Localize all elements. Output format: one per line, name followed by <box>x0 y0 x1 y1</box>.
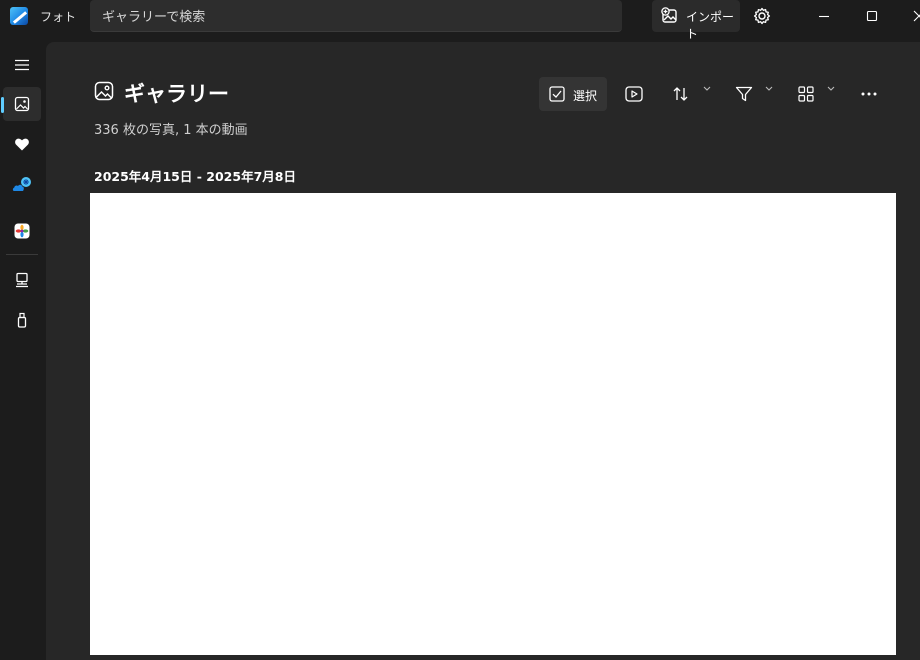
search-input[interactable] <box>100 6 604 28</box>
select-button[interactable]: 選択 <box>539 77 607 111</box>
close-button[interactable] <box>905 4 920 28</box>
sort-arrows-icon <box>673 87 688 101</box>
maximize-icon <box>866 10 878 22</box>
import-label: インポート <box>686 10 735 41</box>
photo-grid[interactable] <box>90 193 896 655</box>
main-panel: ギャラリー 336 枚の写真, 1 本の動画 2025年4月15日 - 2025… <box>46 42 920 660</box>
slideshow-button[interactable] <box>616 77 652 111</box>
chevron-down-icon <box>703 86 711 91</box>
view-options-button[interactable] <box>788 77 840 111</box>
more-ellipsis-icon <box>861 92 877 96</box>
date-range-heading: 2025年4月15日 - 2025年7月8日 <box>94 169 296 184</box>
nav-favorites[interactable] <box>3 127 41 161</box>
item-count: 336 枚の写真, 1 本の動画 <box>94 123 248 138</box>
nav-icloud[interactable] <box>3 214 41 248</box>
nav-onedrive[interactable] <box>3 170 41 204</box>
gear-icon <box>753 7 771 25</box>
image-add-icon <box>661 7 677 23</box>
usb-drive-icon <box>17 312 27 328</box>
sort-button[interactable] <box>662 77 716 111</box>
minimize-button[interactable] <box>810 4 838 28</box>
nav-this-pc[interactable] <box>3 263 41 297</box>
onedrive-cloud-icon <box>12 177 31 191</box>
checkbox-icon <box>549 86 565 102</box>
navigation-rail <box>0 42 44 660</box>
settings-button[interactable] <box>750 4 774 28</box>
computer-icon <box>16 272 28 288</box>
chevron-down-icon <box>827 86 835 91</box>
import-button[interactable]: インポート <box>652 0 740 41</box>
filter-button[interactable] <box>726 77 778 111</box>
image-icon <box>94 81 114 101</box>
close-icon <box>913 10 920 22</box>
menu-toggle-button[interactable] <box>3 48 41 82</box>
image-icon <box>14 96 30 112</box>
play-icon <box>625 86 643 102</box>
title-bar: フォト インポート <box>0 0 920 42</box>
select-label: 選択 <box>573 89 598 103</box>
filter-icon <box>735 86 753 102</box>
maximize-button[interactable] <box>858 4 886 28</box>
hamburger-menu-icon <box>15 59 29 71</box>
photos-app-icon <box>10 7 28 25</box>
app-title: フォト <box>40 10 77 24</box>
nav-gallery[interactable] <box>1 87 41 121</box>
icloud-photos-icon <box>14 223 30 239</box>
nav-external-drive[interactable] <box>3 303 41 337</box>
page-title: ギャラリー <box>124 82 229 106</box>
minimize-icon <box>819 15 829 18</box>
more-options-button[interactable] <box>850 77 888 111</box>
heart-icon <box>15 138 29 151</box>
rail-divider <box>6 254 38 255</box>
search-box[interactable] <box>90 0 622 32</box>
chevron-down-icon <box>765 86 773 91</box>
grid-view-icon <box>798 86 814 102</box>
